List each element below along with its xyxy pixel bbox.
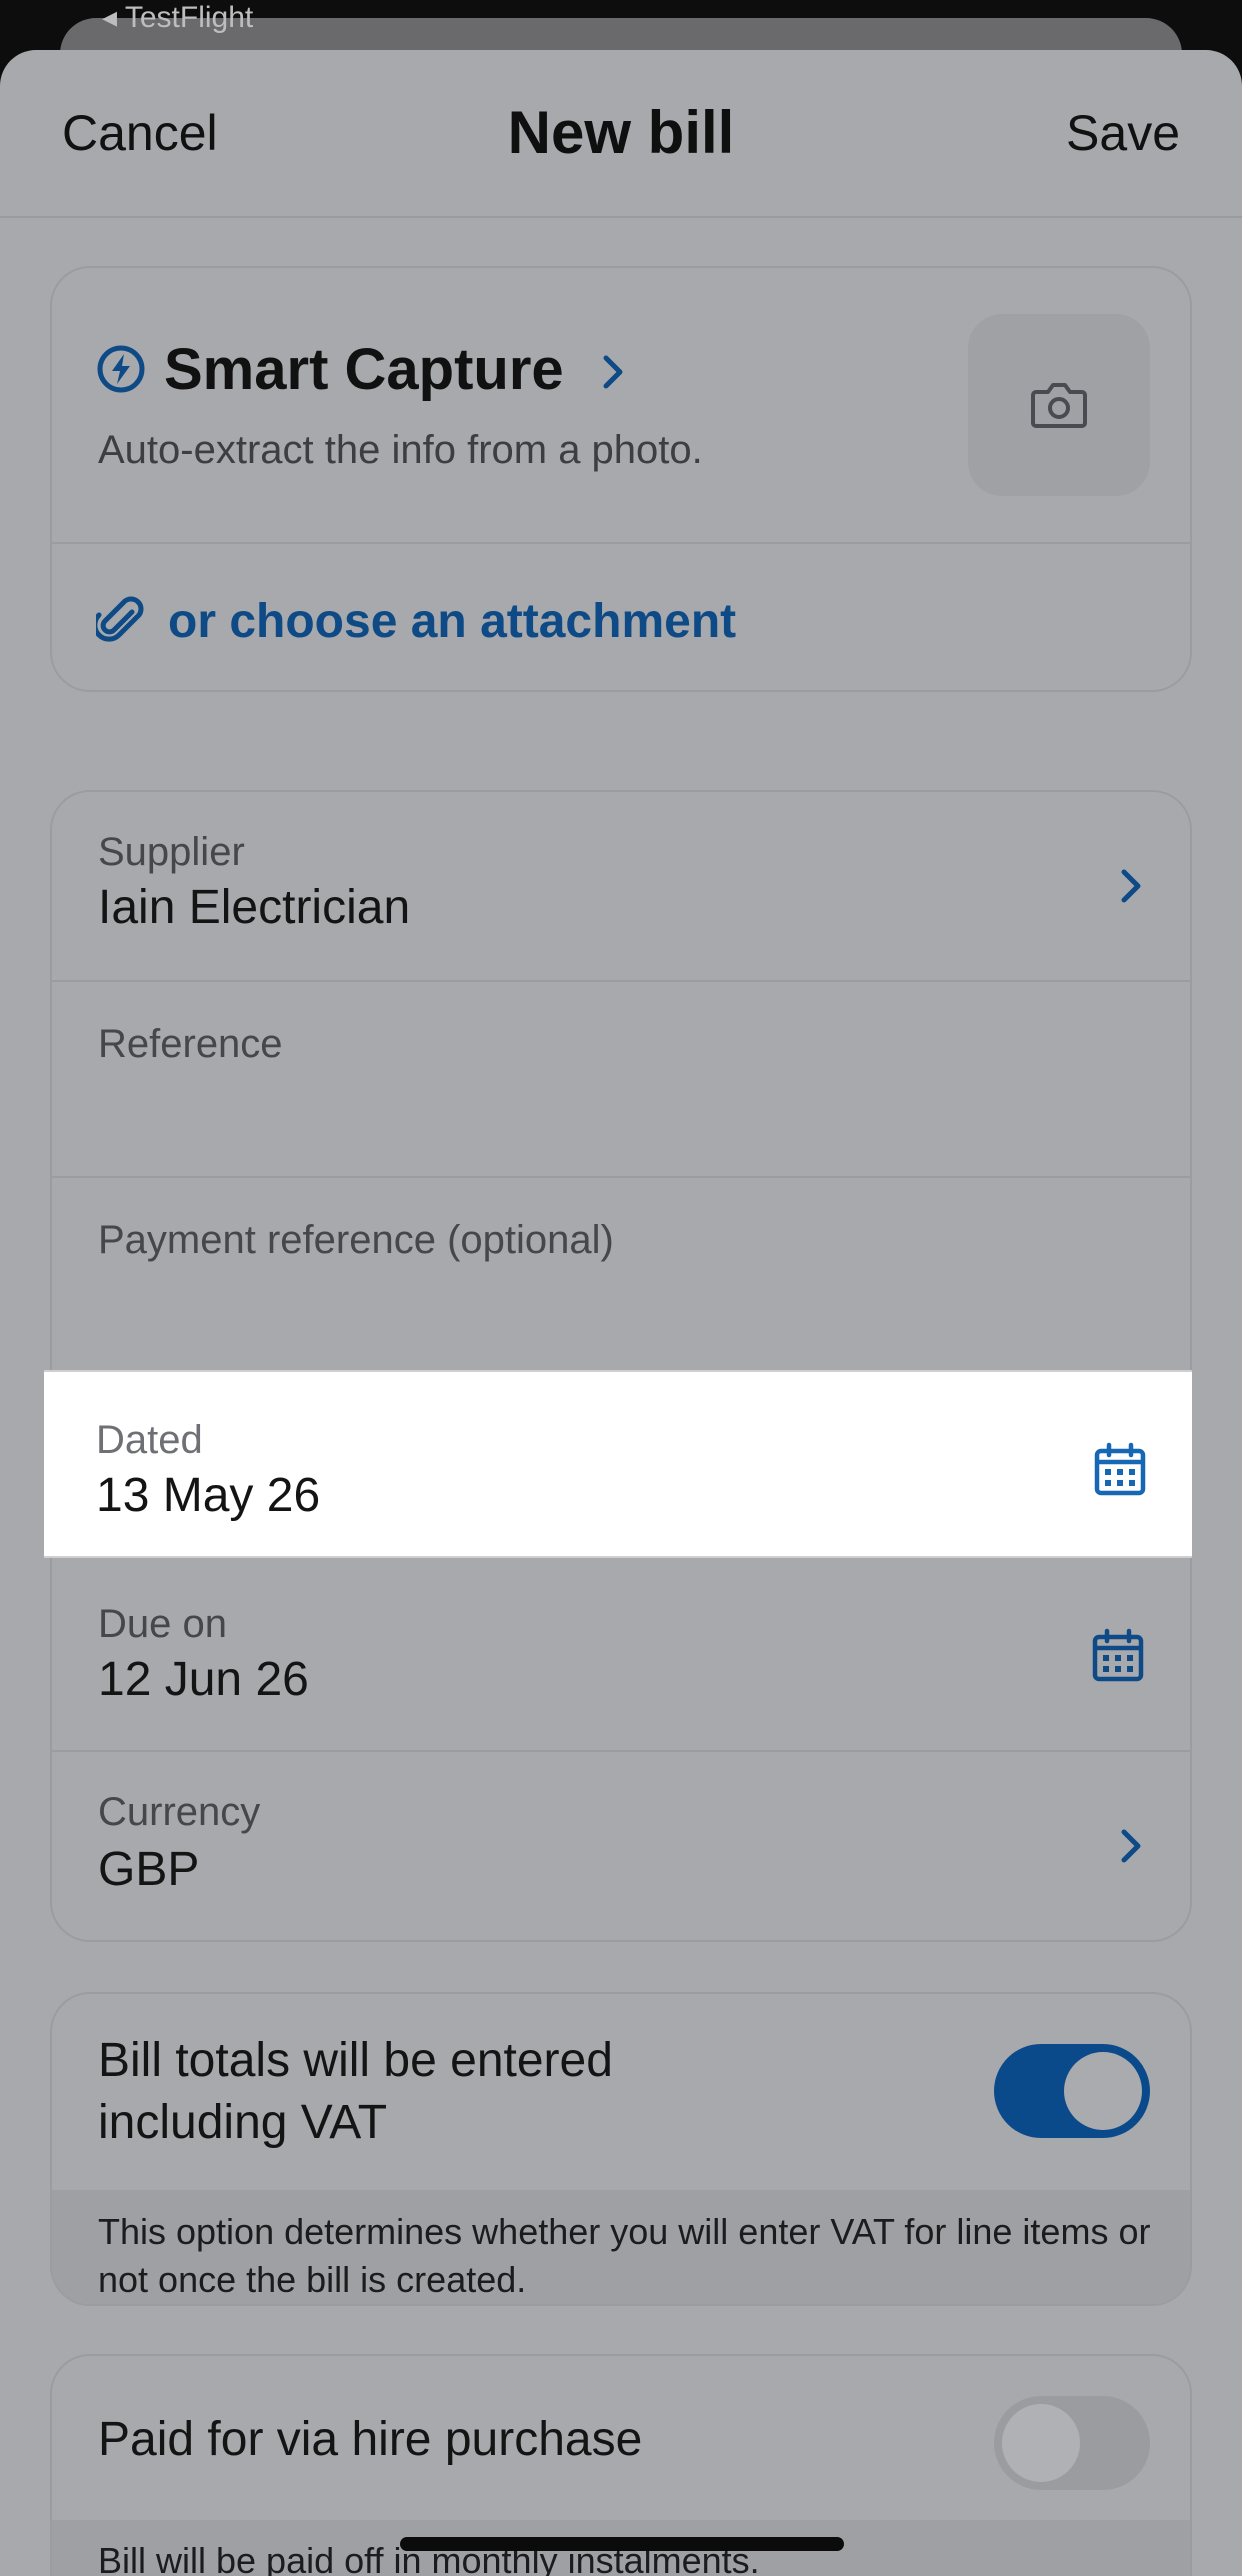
nav-bar: Cancel New bill Save: [0, 50, 1242, 218]
chevron-right-icon: [1121, 1829, 1141, 1863]
back-to-app-label[interactable]: ◂ TestFlight: [102, 0, 253, 35]
due-on-label: Due on: [98, 1602, 227, 1646]
toggle-knob: [1002, 2404, 1080, 2482]
toggle-knob: [1064, 2052, 1142, 2130]
vat-label: Bill totals will be entered including VA…: [98, 2034, 613, 2149]
payment-reference-label: Payment reference (optional): [98, 1218, 614, 1262]
supplier-label: Supplier: [98, 830, 245, 874]
paperclip-icon: [96, 596, 144, 642]
new-bill-sheet: Cancel New bill Save Smart Capture Auto-…: [0, 50, 1242, 2576]
chevron-right-icon: [1121, 869, 1141, 903]
camera-icon: [1031, 383, 1087, 428]
currency-value: GBP: [98, 1843, 200, 1896]
due-on-field[interactable]: Due on 12 Jun 26: [52, 1562, 1190, 1752]
smart-capture-row[interactable]: Smart Capture Auto-extract the info from…: [52, 268, 1190, 544]
currency-field[interactable]: Currency GBP: [52, 1752, 1190, 1940]
hire-purchase-label: Paid for via hire purchase: [98, 2413, 643, 2466]
save-button[interactable]: Save: [1066, 104, 1180, 162]
vat-card: Bill totals will be entered including VA…: [50, 1992, 1192, 2306]
dated-field[interactable]: Dated 13 May 26: [44, 1370, 1192, 1558]
dated-value: 13 May 26: [96, 1469, 321, 1522]
camera-button[interactable]: [968, 314, 1150, 496]
smart-capture-card: Smart Capture Auto-extract the info from…: [50, 266, 1192, 692]
smart-capture-title: Smart Capture: [164, 337, 564, 402]
due-on-value: 12 Jun 26: [98, 1653, 309, 1706]
chevron-right-icon: [603, 355, 623, 389]
vat-note: This option determines whether you will …: [52, 2190, 1190, 2304]
dated-label: Dated: [96, 1418, 203, 1462]
vat-toggle[interactable]: [994, 2044, 1150, 2138]
vat-note-text: This option determines whether you will …: [98, 2211, 1151, 2300]
hire-purchase-toggle[interactable]: [994, 2396, 1150, 2490]
bolt-icon: [97, 345, 145, 393]
choose-attachment-link[interactable]: or choose an attachment: [168, 594, 736, 649]
currency-label: Currency: [98, 1790, 261, 1834]
choose-attachment-row[interactable]: or choose an attachment: [52, 544, 1190, 690]
supplier-value: Iain Electrician: [98, 881, 411, 934]
supplier-field[interactable]: Supplier Iain Electrician: [52, 792, 1190, 982]
bill-details-card: Supplier Iain Electrician Reference Paym…: [50, 790, 1192, 1942]
page-title: New bill: [507, 99, 735, 166]
reference-field[interactable]: Reference: [52, 982, 1190, 1178]
reference-label: Reference: [98, 1022, 283, 1066]
calendar-icon[interactable]: [1092, 1442, 1148, 1498]
smart-capture-subtitle: Auto-extract the info from a photo.: [98, 428, 703, 472]
home-indicator[interactable]: [400, 2537, 844, 2551]
calendar-icon[interactable]: [1090, 1628, 1146, 1684]
payment-reference-field[interactable]: Payment reference (optional): [52, 1178, 1190, 1374]
vat-row: Bill totals will be entered including VA…: [52, 1994, 1190, 2190]
